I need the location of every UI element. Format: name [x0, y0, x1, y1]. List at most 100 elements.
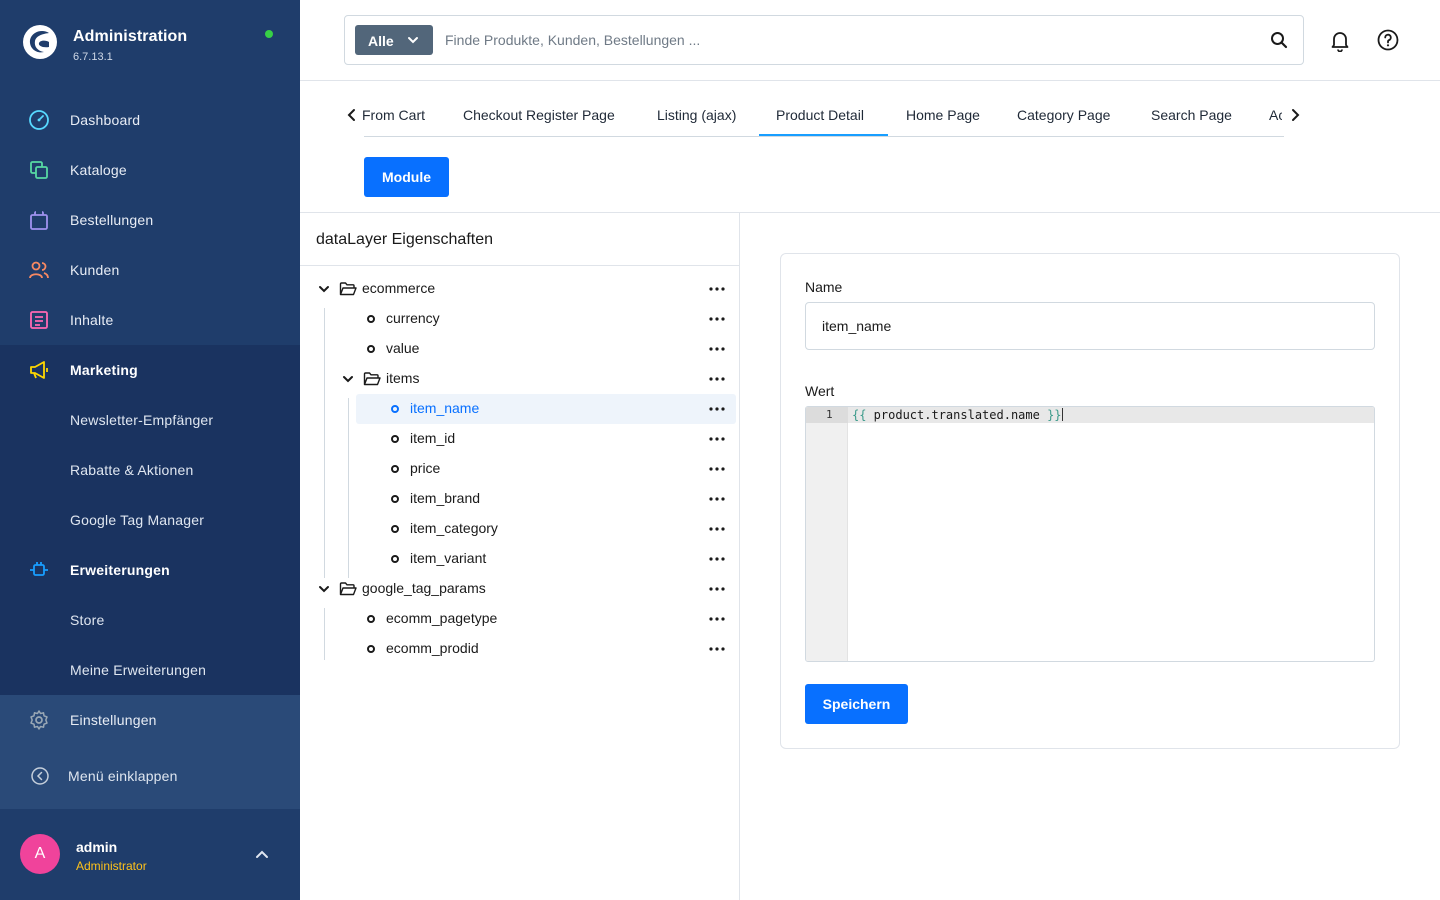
catalog-icon — [30, 161, 48, 179]
tab-more[interactable]: Ac — [1269, 107, 1282, 123]
more-options-icon[interactable] — [708, 493, 726, 505]
tree-node-item-variant[interactable]: item_variant — [300, 544, 740, 574]
chevron-down-icon[interactable] — [341, 372, 355, 386]
bell-icon[interactable] — [1328, 28, 1352, 52]
tab-home-page[interactable]: Home Page — [906, 107, 980, 123]
tab-listing-ajax[interactable]: Listing (ajax) — [657, 107, 736, 123]
sidebar-item-label: Bestellungen — [70, 212, 154, 228]
chevron-left-icon[interactable] — [344, 107, 360, 123]
code-close-brace: }} — [1047, 408, 1062, 422]
name-input[interactable] — [805, 302, 1375, 350]
bullet-icon — [391, 465, 399, 473]
gear-icon — [30, 710, 48, 730]
more-options-icon[interactable] — [708, 553, 726, 565]
user-role: Administrator — [76, 859, 147, 873]
tree-node-item-id[interactable]: item_id — [300, 424, 740, 454]
tree-node-item-brand[interactable]: item_brand — [300, 484, 740, 514]
sidebar-item-google-tag-manager[interactable]: Google Tag Manager — [0, 495, 300, 545]
tree-node-label[interactable]: item_name — [410, 400, 479, 416]
line-number: 1 — [826, 408, 833, 421]
sidebar-item-einstellungen[interactable]: Einstellungen — [0, 695, 300, 745]
sidebar-item-inhalte[interactable]: Inhalte — [0, 295, 300, 345]
sidebar-item-bestellungen[interactable]: Bestellungen — [0, 195, 300, 245]
chevron-down-icon[interactable] — [317, 582, 331, 596]
tree-node-ecommerce[interactable]: ecommerce — [300, 274, 740, 304]
help-icon[interactable] — [1376, 28, 1400, 52]
search-icon[interactable] — [1269, 30, 1289, 50]
sidebar-item-label: Marketing — [70, 362, 138, 378]
tab-search-page[interactable]: Search Page — [1151, 107, 1232, 123]
sidebar-item-newsletter[interactable]: Newsletter-Empfänger — [0, 395, 300, 445]
tab-from-cart[interactable]: From Cart — [362, 107, 425, 123]
tree-node-price[interactable]: price — [300, 454, 740, 484]
brand-header: Administration 6.7.13.1 — [0, 0, 300, 95]
search-input[interactable] — [445, 26, 1245, 54]
sidebar-item-label: Meine Erweiterungen — [70, 662, 207, 678]
tree-node-item-category[interactable]: item_category — [300, 514, 740, 544]
active-tab-indicator — [759, 134, 888, 136]
tree-node-label[interactable]: item_variant — [410, 550, 486, 566]
chevron-right-icon[interactable] — [1287, 107, 1303, 123]
value-field-label: Wert — [805, 383, 835, 399]
tree-node-items[interactable]: items — [300, 364, 740, 394]
sidebar-item-label: Rabatte & Aktionen — [70, 462, 194, 478]
search-type-dropdown[interactable]: Alle — [355, 25, 433, 55]
sidebar-item-rabatte[interactable]: Rabatte & Aktionen — [0, 445, 300, 495]
sidebar-item-erweiterungen[interactable]: Erweiterungen — [0, 545, 300, 595]
tree-node-label[interactable]: ecomm_prodid — [386, 640, 479, 656]
sidebar-item-kataloge[interactable]: Kataloge — [0, 145, 300, 195]
tree-node-label[interactable]: ecommerce — [362, 280, 435, 296]
page-tabs-area: From Cart Checkout Register Page Listing… — [300, 81, 1440, 213]
code-line[interactable]: {{ product.translated.name }} — [852, 408, 1063, 422]
bullet-icon — [391, 555, 399, 563]
more-options-icon[interactable] — [708, 613, 726, 625]
tree-node-label[interactable]: google_tag_params — [362, 580, 486, 596]
value-code-editor[interactable]: 1 {{ product.translated.name }} — [805, 406, 1375, 662]
module-button[interactable]: Module — [364, 157, 449, 197]
tree-node-label[interactable]: ecomm_pagetype — [386, 610, 497, 626]
app-version: 6.7.13.1 — [73, 51, 113, 63]
shopware-logo-icon[interactable] — [22, 24, 58, 60]
more-options-icon[interactable] — [708, 343, 726, 355]
tree-node-google-tag-params[interactable]: google_tag_params — [300, 574, 740, 604]
sidebar-item-label: Einstellungen — [70, 712, 157, 728]
sidebar-item-marketing[interactable]: Marketing — [0, 345, 300, 395]
sidebar-item-store[interactable]: Store — [0, 595, 300, 645]
more-options-icon[interactable] — [708, 373, 726, 385]
more-options-icon[interactable] — [708, 433, 726, 445]
more-options-icon[interactable] — [708, 283, 726, 295]
more-options-icon[interactable] — [708, 643, 726, 655]
bullet-icon — [367, 315, 375, 323]
more-options-icon[interactable] — [708, 313, 726, 325]
sidebar-item-kunden[interactable]: Kunden — [0, 245, 300, 295]
more-options-icon[interactable] — [708, 523, 726, 535]
tab-checkout-register-page[interactable]: Checkout Register Page — [463, 107, 615, 123]
tree-node-label[interactable]: currency — [386, 310, 440, 326]
more-options-icon[interactable] — [708, 583, 726, 595]
tabs-divider — [364, 136, 1284, 137]
tab-category-page[interactable]: Category Page — [1017, 107, 1110, 123]
tree-node-value[interactable]: value — [300, 334, 740, 364]
tree-node-label[interactable]: price — [410, 460, 440, 476]
tree-node-label[interactable]: item_category — [410, 520, 498, 536]
tab-product-detail[interactable]: Product Detail — [776, 107, 864, 123]
chevron-down-icon[interactable] — [317, 282, 331, 296]
avatar[interactable]: A — [20, 834, 60, 874]
tree-node-label[interactable]: item_id — [410, 430, 455, 446]
more-options-icon[interactable] — [708, 403, 726, 415]
tree-node-label[interactable]: item_brand — [410, 490, 480, 506]
tree-node-ecomm-prodid[interactable]: ecomm_prodid — [300, 634, 740, 664]
tree-node-ecomm-pagetype[interactable]: ecomm_pagetype — [300, 604, 740, 634]
tree-node-label[interactable]: items — [386, 370, 419, 386]
tree-node-currency[interactable]: currency — [300, 304, 740, 334]
bullet-icon — [367, 615, 375, 623]
collapse-menu-button[interactable]: Menü einklappen — [0, 752, 300, 800]
sidebar-item-dashboard[interactable]: Dashboard — [0, 95, 300, 145]
save-button[interactable]: Speichern — [805, 684, 908, 724]
more-options-icon[interactable] — [708, 463, 726, 475]
sidebar-item-meine-erweiterungen[interactable]: Meine Erweiterungen — [0, 645, 300, 695]
tree-node-label[interactable]: value — [386, 340, 419, 356]
chevron-up-icon[interactable] — [254, 847, 270, 863]
user-profile[interactable]: A admin Administrator — [0, 809, 300, 900]
tree-node-item-name[interactable]: item_name — [300, 394, 740, 424]
